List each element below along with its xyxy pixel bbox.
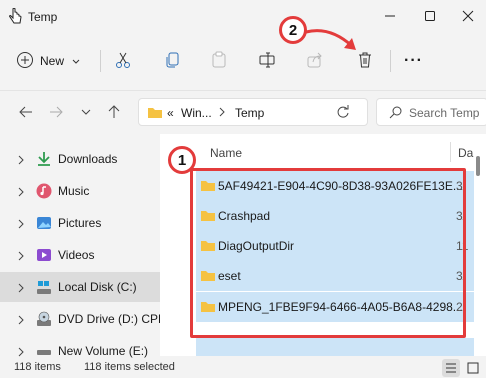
history-chevron-icon[interactable] [76,102,96,122]
breadcrumb-separator-icon [219,106,225,120]
chevron-right-icon [18,282,24,296]
pictures-icon [36,215,52,231]
plus-circle-icon [16,51,34,72]
scissors-icon [114,51,132,72]
nav-item-pictures[interactable]: Pictures [0,208,160,238]
drive-icon [36,343,52,358]
dvd-icon [36,311,52,327]
up-arrow-icon[interactable] [104,102,124,122]
title-bar: Temp [0,0,486,34]
command-bar: New ··· [0,36,486,84]
nav-item-videos[interactable]: Videos [0,240,160,270]
window-title: Temp [28,10,58,24]
chevron-right-icon [18,218,24,232]
nav-item-downloads[interactable]: Downloads [0,144,160,174]
cut-button[interactable] [114,46,132,76]
chevron-right-icon [18,314,24,328]
toolbar-divider-line [0,90,486,91]
address-row: « Win... Temp Search Temp [0,92,486,132]
vertical-scrollbar[interactable] [476,156,480,176]
chevron-right-icon [18,346,24,358]
rename-button[interactable] [258,46,276,76]
navigation-pane: Downloads Music Pictures Videos Local Di… [0,138,160,358]
nav-label: DVD Drive (D:) CPR [58,312,160,326]
more-options-button[interactable]: ··· [404,46,423,76]
nav-item-new-volume[interactable]: New Volume (E:) [0,336,160,358]
selection-highlight-box [190,168,466,338]
hand-cursor-icon [8,7,22,29]
column-header-name[interactable]: Name [210,146,242,160]
address-bar[interactable]: « Win... Temp [138,98,368,126]
back-arrow-icon[interactable] [16,102,36,122]
forward-arrow-icon[interactable] [46,102,66,122]
search-placeholder: Search Temp [409,106,480,120]
rename-icon [258,51,276,72]
nav-label: Music [58,184,90,198]
clipboard-icon [210,51,228,72]
breadcrumb-windows[interactable]: Win... [181,106,212,120]
minimize-button[interactable] [374,4,406,28]
nav-label: New Volume (E:) [58,344,149,358]
close-button[interactable] [452,4,484,28]
disk-icon [36,279,52,295]
copy-icon [164,51,182,72]
toolbar-divider [390,50,391,72]
music-icon [36,183,52,199]
refresh-icon[interactable] [336,105,350,122]
column-header-date[interactable]: Da [458,146,473,160]
download-icon [36,151,52,167]
item-count: 118 items [14,361,61,373]
nav-label: Pictures [58,216,102,230]
breadcrumb-temp[interactable]: Temp [235,106,264,120]
column-separator [450,142,451,162]
new-button[interactable]: New [16,46,80,76]
callout-badge-1: 1 [168,146,196,174]
tiles-view-icon[interactable] [464,359,482,377]
folder-icon [147,106,163,122]
chevron-right-icon [18,154,24,168]
search-field[interactable]: Search Temp [376,98,486,126]
file-row-partial[interactable] [196,338,474,356]
details-view-icon[interactable] [442,359,460,377]
selected-count: 118 items selected [84,361,175,373]
nav-label: Downloads [58,152,118,166]
new-label: New [40,54,65,68]
paste-button[interactable] [210,46,228,76]
callout-arrow [305,29,356,50]
nav-item-local-disk[interactable]: Local Disk (C:) [0,272,160,302]
breadcrumb-overflow[interactable]: « [167,106,174,120]
videos-icon [36,247,52,263]
nav-item-dvd-drive[interactable]: DVD Drive (D:) CPR [0,304,160,334]
chevron-right-icon [18,250,24,264]
maximize-button[interactable] [414,4,446,28]
status-bar: 118 items 118 items selected [0,358,486,378]
search-icon [389,106,402,122]
chevron-right-icon [18,186,24,200]
nav-item-music[interactable]: Music [0,176,160,206]
chevron-down-icon [72,54,80,68]
copy-button[interactable] [164,46,182,76]
toolbar-divider [100,50,101,72]
nav-label: Local Disk (C:) [58,280,137,294]
nav-label: Videos [58,248,95,262]
